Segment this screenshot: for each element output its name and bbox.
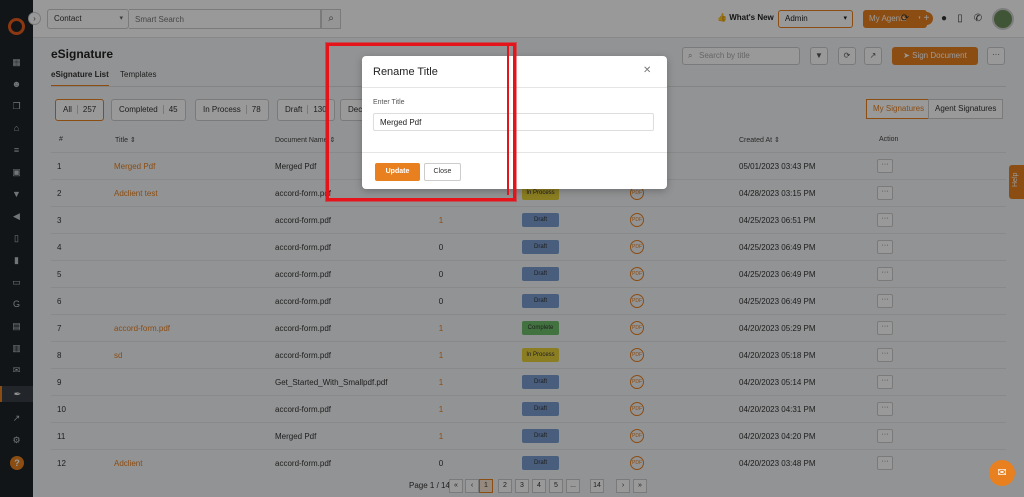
highlight-annotation <box>326 43 516 201</box>
chat-icon[interactable]: ✉ <box>989 460 1015 486</box>
close-icon[interactable]: ✕ <box>643 65 651 76</box>
